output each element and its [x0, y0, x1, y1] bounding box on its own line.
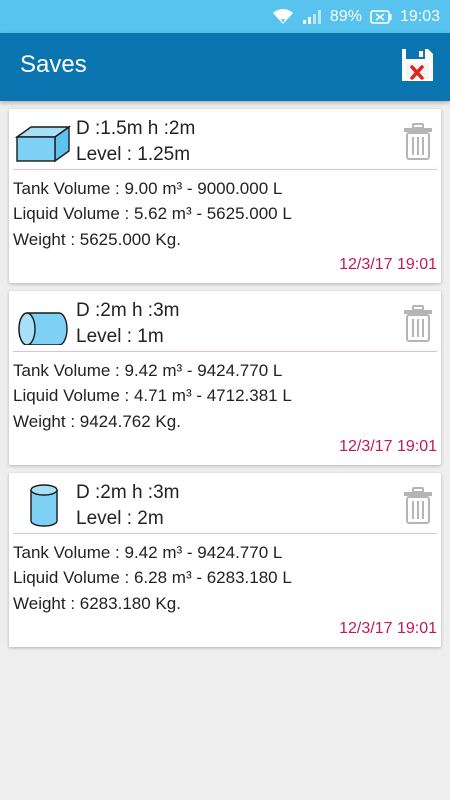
- tank-level: Level : 1m: [76, 326, 164, 347]
- tank-dimensions: D :1.5m h :2m: [76, 118, 196, 139]
- save-card[interactable]: D :2m h :3m Level : 1m Tank Volume : 9.4…: [9, 291, 441, 465]
- trash-icon: [404, 305, 432, 342]
- app-bar: Saves: [0, 33, 450, 101]
- rectangular-tank-icon: [15, 125, 71, 163]
- battery-icon: [370, 9, 392, 24]
- clear-saves-button[interactable]: [399, 47, 435, 83]
- liquid-volume: Liquid Volume : 6.28 m³ - 6283.180 L: [13, 568, 292, 587]
- tank-volume: Tank Volume : 9.42 m³ - 9424.770 L: [13, 543, 283, 562]
- status-bar: 89% 19:03: [0, 0, 450, 33]
- signal-icon: [302, 9, 322, 25]
- tank-dimensions: D :2m h :3m: [76, 300, 180, 321]
- delete-button[interactable]: [403, 487, 433, 525]
- liquid-weight: Weight : 6283.180 Kg.: [13, 594, 181, 613]
- tank-volume: Tank Volume : 9.00 m³ - 9000.000 L: [13, 179, 283, 198]
- liquid-volume: Liquid Volume : 5.62 m³ - 5625.000 L: [13, 204, 292, 223]
- vertical-cylinder-tank-icon: [30, 484, 58, 527]
- save-clear-icon: [402, 49, 433, 81]
- horizontal-cylinder-tank-icon: [18, 312, 68, 345]
- delete-button[interactable]: [403, 305, 433, 343]
- liquid-weight: Weight : 5625.000 Kg.: [13, 230, 181, 249]
- liquid-weight: Weight : 9424.762 Kg.: [13, 412, 181, 431]
- divider: [13, 533, 437, 534]
- battery-percent: 89%: [329, 7, 362, 25]
- trash-icon: [404, 487, 432, 524]
- trash-icon: [404, 123, 432, 160]
- tank-dimensions: D :2m h :3m: [76, 482, 180, 503]
- wifi-icon: [272, 8, 294, 26]
- page-title: Saves: [20, 51, 87, 78]
- tank-level: Level : 1.25m: [76, 144, 191, 165]
- save-date: 12/3/17 19:01: [339, 256, 437, 273]
- liquid-volume: Liquid Volume : 4.71 m³ - 4712.381 L: [13, 386, 292, 405]
- divider: [13, 351, 437, 352]
- delete-button[interactable]: [403, 123, 433, 161]
- status-indicators: 89% 19:03: [272, 0, 440, 33]
- save-card[interactable]: D :2m h :3m Level : 2m Tank Volume : 9.4…: [9, 473, 441, 647]
- save-card[interactable]: D :1.5m h :2m Level : 1.25m Tank Volume …: [9, 109, 441, 283]
- clock: 19:03: [399, 7, 440, 25]
- tank-volume: Tank Volume : 9.42 m³ - 9424.770 L: [13, 361, 283, 380]
- save-date: 12/3/17 19:01: [339, 620, 437, 637]
- save-date: 12/3/17 19:01: [339, 438, 437, 455]
- tank-level: Level : 2m: [76, 508, 164, 529]
- divider: [13, 169, 437, 170]
